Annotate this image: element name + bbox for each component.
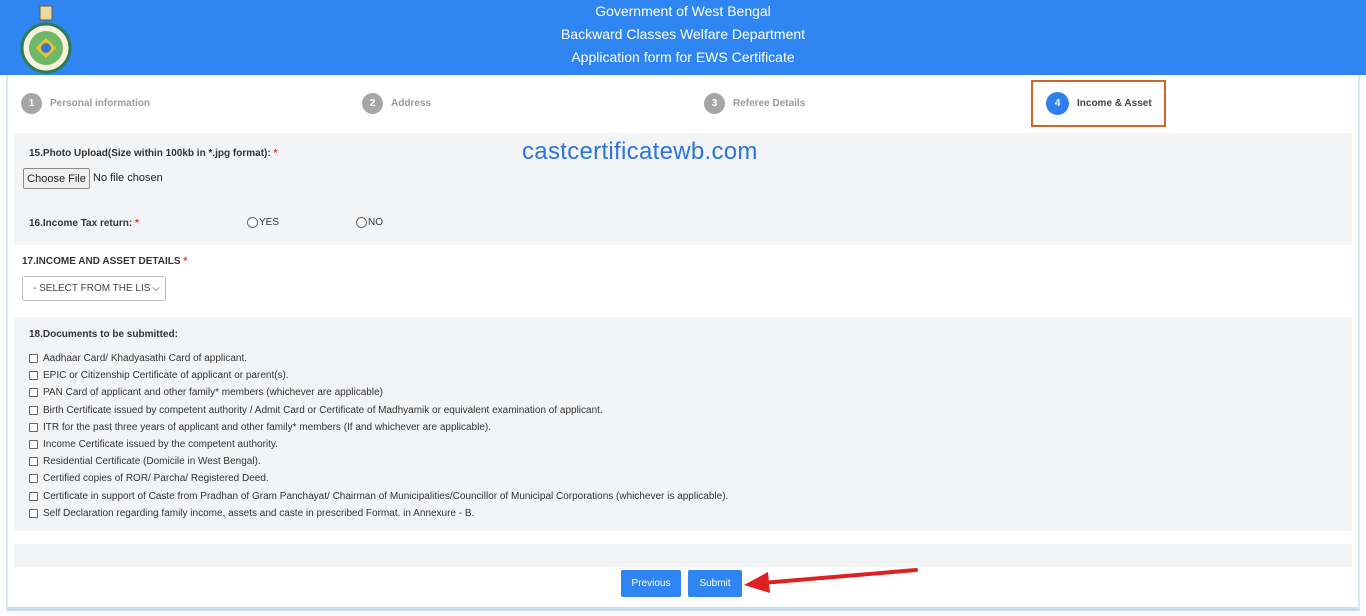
document-item[interactable]: ITR for the past three years of applican… <box>29 419 728 436</box>
checkbox[interactable] <box>29 474 38 484</box>
header-line-government: Government of West Bengal <box>595 3 771 19</box>
checkbox[interactable] <box>29 491 38 501</box>
checkbox[interactable] <box>29 354 38 364</box>
step-number: 1 <box>21 93 42 114</box>
step-label: Address <box>391 98 432 109</box>
chevron-down-icon: ⌵ <box>152 283 160 294</box>
income-tax-return-label: 16.Income Tax return: * <box>29 218 139 229</box>
photo-upload-label: 15.Photo Upload(Size within 100kb in *.j… <box>29 148 278 159</box>
itr-no-radio[interactable]: NO <box>356 217 383 228</box>
radio-label: NO <box>368 217 383 228</box>
document-item[interactable]: Birth Certificate issued by competent au… <box>29 402 728 419</box>
document-item[interactable]: Certificate in support of Caste from Pra… <box>29 488 728 505</box>
step-address[interactable]: 2 Address <box>362 93 431 114</box>
radio-circle[interactable] <box>356 217 367 228</box>
required-marker: * <box>134 218 139 229</box>
radio-label: YES <box>259 217 280 228</box>
document-item[interactable]: Self Declaration regarding family income… <box>29 505 728 522</box>
checkbox[interactable] <box>29 388 38 398</box>
step-label: Referee Details <box>733 98 806 109</box>
document-item[interactable]: Certified copies of ROR/ Parcha/ Registe… <box>29 470 728 487</box>
radio-circle[interactable] <box>247 217 258 228</box>
document-item[interactable]: Aadhaar Card/ Khadyasathi Card of applic… <box>29 350 728 367</box>
document-item[interactable]: Income Certificate issued by the compete… <box>29 436 728 453</box>
step-number: 2 <box>362 93 383 114</box>
step-number: 3 <box>704 93 725 114</box>
income-asset-select[interactable]: - SELECT FROM THE LIST - ⌵ <box>22 276 166 301</box>
file-status-text: No file chosen <box>93 172 163 184</box>
checkbox[interactable] <box>29 371 38 381</box>
checkbox[interactable] <box>29 422 38 432</box>
header-line-department: Backward Classes Welfare Department <box>560 26 806 42</box>
checkbox[interactable] <box>29 508 38 518</box>
choose-file-button[interactable]: Choose File <box>23 168 90 189</box>
step-label: Personal information <box>50 98 151 109</box>
watermark-text: castcertificatewb.com <box>522 138 758 165</box>
previous-button[interactable]: Previous <box>621 570 681 597</box>
checkbox[interactable] <box>29 440 38 450</box>
checkbox[interactable] <box>29 457 38 467</box>
page-header: Government of West Bengal Backward Class… <box>0 0 1366 75</box>
step-referee-details[interactable]: 3 Referee Details <box>704 93 805 114</box>
checkbox[interactable] <box>29 405 38 415</box>
documents-checklist: Aadhaar Card/ Khadyasathi Card of applic… <box>29 350 728 522</box>
footer-band <box>14 544 1352 567</box>
header-line-form-title: Application form for EWS Certificate <box>571 49 795 65</box>
documents-label: 18.Documents to be submitted: <box>29 329 178 340</box>
document-item[interactable]: PAN Card of applicant and other family* … <box>29 384 728 401</box>
submit-button[interactable]: Submit <box>688 570 742 597</box>
step-personal-information[interactable]: 1 Personal information <box>21 93 150 114</box>
required-marker: * <box>273 148 278 159</box>
document-item[interactable]: Residential Certificate (Domicile in Wes… <box>29 453 728 470</box>
income-asset-label: 17.INCOME AND ASSET DETAILS * <box>22 256 188 267</box>
select-value: - SELECT FROM THE LIST - <box>33 283 151 294</box>
annotation-arrow-icon <box>744 568 918 593</box>
document-item[interactable]: EPIC or Citizenship Certificate of appli… <box>29 367 728 384</box>
active-step-highlight <box>1031 80 1166 127</box>
required-marker: * <box>183 256 188 267</box>
itr-yes-radio[interactable]: YES <box>247 217 279 228</box>
